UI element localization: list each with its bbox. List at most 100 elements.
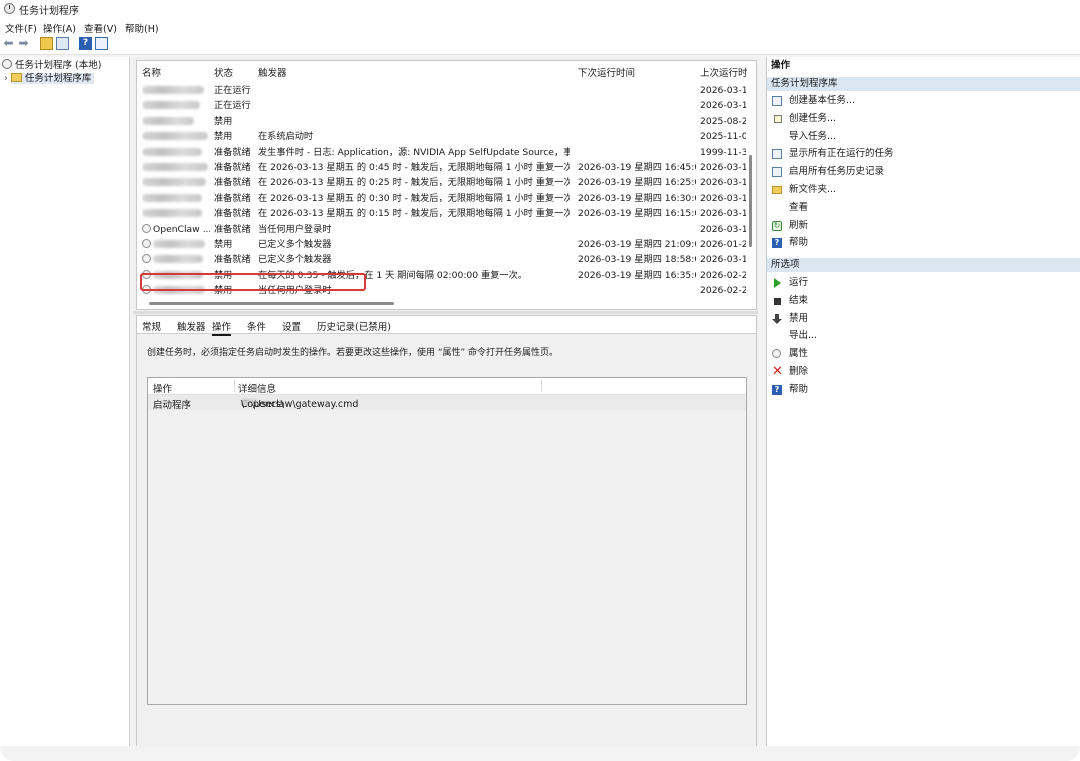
action-item[interactable]: ? 帮助 [767, 235, 1080, 251]
task-status-icon [142, 254, 151, 264]
menu-help[interactable]: 帮助(H) [125, 21, 159, 35]
task-status-cell: 正在运行 [214, 85, 251, 96]
tab-settings[interactable]: 设置 [282, 319, 301, 333]
up-folder-icon[interactable] [40, 37, 53, 50]
task-name-cell: OpenClaw ... [142, 222, 210, 237]
action-item[interactable]: 新文件夹... [767, 182, 1080, 198]
task-row[interactable]: 正在运行 2026-03-18 [137, 83, 746, 98]
action-item[interactable]: 属性 [767, 346, 1080, 362]
action-item[interactable]: 导出... [767, 328, 1080, 344]
horizontal-scroll-thumb[interactable] [149, 302, 394, 305]
menu-bar: 文件(F) 操作(A) 查看(V) 帮助(H) [0, 18, 1080, 35]
menu-view[interactable]: 查看(V) [84, 21, 117, 35]
console-tree: 任务计划程序 (本地) › 任务计划程序库 [0, 57, 130, 746]
details-tab-strip: 常规 触发器 操作 条件 设置 历史记录(已禁用) [137, 316, 756, 336]
column-header-next-run[interactable]: 下次运行时间 [578, 65, 635, 79]
task-row[interactable]: 准备就绪 发生事件时 - 日志: Application，源: NVIDIA Ap… [137, 145, 746, 160]
redacted-task-name [153, 255, 203, 264]
task-name-cell [142, 129, 210, 144]
action-item[interactable]: 显示所有正在运行的任务 [767, 146, 1080, 162]
action-item[interactable]: ? 帮助 [767, 382, 1080, 398]
column-header-status[interactable]: 状态 [214, 65, 233, 79]
tab-conditions[interactable]: 条件 [247, 319, 266, 333]
redacted-task-name [142, 147, 202, 156]
action-item[interactable]: 运行 [767, 275, 1080, 291]
pane-splitter[interactable] [133, 311, 758, 314]
back-arrow-icon[interactable]: ⬅ [2, 37, 15, 50]
task-row[interactable]: 准备就绪 已定义多个触发器 2026-03-19 星期四 18:58:08 2026-… [137, 252, 746, 267]
tree-root-item[interactable]: 任务计划程序 (本地) [2, 59, 101, 72]
task-trigger-cell: 在 2026-03-13 星期五 的 0:45 时 - 触发后，无限期地每隔 1… [258, 162, 570, 173]
task-row[interactable]: 准备就绪在 2026-03-13 星期五 的 0:45 时 - 触发后，无限期地… [137, 160, 746, 175]
action-item[interactable]: ↻ 刷新 [767, 218, 1080, 234]
task-name-cell [142, 252, 210, 267]
forward-arrow-icon[interactable]: ➡ [17, 37, 30, 50]
task-status-cell: 禁用 [214, 115, 233, 127]
action-label: 运行 [789, 277, 809, 288]
task-last-cell: 2026-03-19 [700, 208, 746, 220]
task-name-cell [142, 175, 210, 190]
title-bar: 任务计划程序 [0, 0, 1080, 18]
tab-history[interactable]: 历史记录(已禁用) [317, 319, 391, 333]
column-header-trigger[interactable]: 触发器 [258, 65, 287, 79]
menu-action[interactable]: 操作(A) [43, 21, 76, 35]
action-item[interactable]: 查看 [767, 200, 1080, 216]
task-row[interactable]: 禁用 在系统启动时 2025-11-07 [137, 129, 746, 144]
task-last-cell: 2026-03-19 [700, 192, 746, 204]
action-label: 导入任务... [789, 130, 837, 142]
action-item[interactable]: 禁用 [767, 311, 1080, 327]
actions-column-detail[interactable]: 详细信息 [238, 381, 276, 395]
column-header-name[interactable]: 名称 [142, 65, 161, 79]
task-row[interactable]: 准备就绪在 2026-03-13 星期五 的 0:15 时 - 触发后，无限期地… [137, 206, 746, 221]
task-trigger-cell: 发生事件时 - 日志: Application，源: NVIDIA App Se… [258, 146, 570, 158]
vertical-scrollbar[interactable] [747, 79, 755, 307]
action-label: 禁用 [789, 312, 809, 324]
task-row[interactable]: 准备就绪在 2026-03-13 星期五 的 0:30 时 - 触发后，无限期地… [137, 191, 746, 206]
task-next-cell: 2026-03-19 星期四 16:30:00 [578, 192, 696, 204]
task-last-cell: 2025-11-07 [700, 131, 746, 143]
tab-general[interactable]: 常规 [142, 319, 161, 333]
actions-table-row[interactable]: 启动程序 C:\Users\ \.openclaw\gateway.cmd [148, 395, 746, 411]
action-item[interactable]: 启用所有任务历史记录 [767, 164, 1080, 180]
library-section-header[interactable]: 任务计划程序库 [767, 77, 1080, 91]
folder-icon [10, 73, 22, 82]
actions-column-action[interactable]: 操作 [153, 381, 172, 395]
action-item[interactable]: ✕ 删除 [767, 364, 1080, 380]
task-trigger-cell: 在 2026-03-13 星期五 的 0:30 时 - 触发后，无限期地每隔 1… [258, 192, 570, 204]
running-tasks-icon [772, 149, 782, 160]
show-hide-console-tree-icon[interactable] [56, 37, 69, 50]
task-name-cell [142, 83, 210, 98]
show-hide-action-pane-icon[interactable] [95, 37, 108, 50]
action-item[interactable]: 导入任务... [767, 129, 1080, 145]
redacted-task-name [142, 86, 204, 94]
action-label: 创建基本任务... [789, 95, 856, 106]
action-item[interactable]: 结束 [767, 293, 1080, 309]
task-row[interactable]: 禁用 已定义多个触发器 2026-03-19 星期四 21:09:00 2026-01… [137, 237, 746, 252]
action-label: 属性 [789, 348, 809, 360]
task-status-cell: 准备就绪 [214, 162, 251, 173]
column-header-last-run[interactable]: 上次运行时 [700, 65, 748, 79]
task-status-cell: 准备就绪 [214, 177, 251, 189]
task-row[interactable]: 正在运行 2026-03-18 [137, 98, 746, 113]
task-row[interactable]: 准备就绪在 2026-03-13 星期五 的 0:25 时 - 触发后，无限期地… [137, 175, 746, 190]
action-item[interactable]: 创建任务... [767, 111, 1080, 127]
tree-library-item[interactable]: › 任务计划程序库 [4, 72, 95, 85]
vertical-scroll-thumb[interactable] [749, 155, 752, 247]
task-last-cell: 2026-02-27 [700, 285, 746, 297]
actions-pane: 操作 任务计划程序库 创建基本任务... 创建任务... 导入任务... 显示所有正在… [766, 57, 1080, 746]
tree-library-label: 任务计划程序库 [24, 73, 92, 84]
action-item[interactable]: 创建基本任务... [767, 93, 1080, 109]
expand-chevron-icon[interactable]: › [4, 73, 8, 84]
selected-section-header[interactable]: 所选项 [767, 258, 1080, 272]
tab-triggers[interactable]: 触发器 [177, 319, 206, 333]
task-name-cell [142, 191, 210, 206]
menu-file[interactable]: 文件(F) [5, 21, 37, 35]
tab-actions[interactable]: 操作 [212, 319, 232, 336]
actions-table: 操作 详细信息 启动程序 C:\Users\ \.openclaw\gateway… [147, 377, 747, 705]
task-row[interactable]: 禁用 2025-08-21 [137, 114, 746, 129]
help-icon[interactable]: ? [79, 37, 92, 50]
task-next-cell: 2026-03-19 星期四 16:45:00 [578, 162, 696, 173]
task-trigger-cell: 在 2026-03-13 星期五 的 0:15 时 - 触发后，无限期地每隔 1… [258, 208, 570, 220]
task-row[interactable]: OpenClaw ... 准备就绪当任何用户登录时 2026-03-18 [137, 222, 746, 237]
redacted-task-name [142, 116, 194, 125]
